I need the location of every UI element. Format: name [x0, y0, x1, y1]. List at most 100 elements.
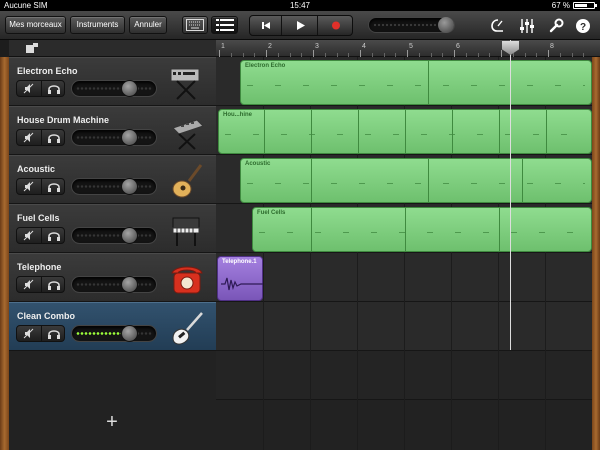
region-loop-divider: [499, 110, 500, 153]
music-region[interactable]: Telephone.1: [217, 256, 263, 301]
solo-button[interactable]: [41, 81, 65, 96]
keyboard-view-button[interactable]: [182, 16, 208, 34]
synth-keyboard-icon[interactable]: [167, 63, 207, 103]
track-header[interactable]: Clean Combo: [9, 302, 216, 351]
music-region[interactable]: Electron Echo: [240, 60, 592, 105]
track-header[interactable]: Electron Echo: [9, 57, 216, 106]
play-button[interactable]: [283, 16, 318, 35]
status-bar: Aucune SIM 15:47 67 %: [0, 0, 600, 11]
ruler-bar-number: 2: [268, 43, 272, 50]
volume-dots: [373, 23, 436, 27]
mute-speaker-icon: [23, 279, 34, 290]
track-header[interactable]: House Drum Machine: [9, 106, 216, 155]
wrench-icon[interactable]: [548, 18, 564, 34]
track-volume-slider[interactable]: [71, 129, 157, 146]
telephone-icon[interactable]: [167, 259, 207, 299]
track-volume-slider[interactable]: [71, 178, 157, 195]
solo-button[interactable]: [41, 228, 65, 243]
track-name: Fuel Cells: [17, 213, 60, 223]
mute-solo-controls: [16, 80, 65, 97]
mute-button[interactable]: [17, 326, 41, 341]
music-region[interactable]: Fuel Cells: [252, 207, 592, 252]
region-label: Hou...hine: [223, 112, 252, 118]
track-volume-knob[interactable]: [121, 178, 138, 195]
instruments-button[interactable]: Instruments: [70, 16, 125, 34]
ruler-bar-number: 4: [362, 43, 366, 50]
region-loop-divider: [499, 208, 500, 251]
region-loop-divider: [405, 110, 406, 153]
track-volume-slider[interactable]: [71, 325, 157, 342]
track-header[interactable]: Telephone: [9, 253, 216, 302]
ruler-bar-number: 8: [550, 43, 554, 50]
mute-solo-controls: [16, 276, 65, 293]
ruler-header: [9, 40, 216, 57]
metronome-icon[interactable]: [490, 18, 506, 34]
help-icon[interactable]: ?: [575, 18, 591, 34]
region-label: Fuel Cells: [257, 210, 286, 216]
ruler-bar-number: 5: [409, 43, 413, 50]
headphones-icon: [48, 183, 60, 192]
track-header[interactable]: Fuel Cells: [9, 204, 216, 253]
track-volume-knob[interactable]: [121, 276, 138, 293]
play-icon: [297, 21, 305, 30]
region-label: Acoustic: [245, 161, 271, 167]
waveform: [221, 277, 263, 291]
solo-button[interactable]: [41, 130, 65, 145]
keyboard-icon[interactable]: [167, 210, 207, 250]
mute-button[interactable]: [17, 228, 41, 243]
battery-percent: 67 %: [551, 1, 570, 10]
record-button[interactable]: [319, 16, 353, 35]
track-name: Telephone: [17, 262, 62, 272]
wood-side-panel-right: [592, 57, 600, 450]
add-region-icon[interactable]: [26, 43, 38, 54]
timeline-ruler[interactable]: 12345678: [216, 40, 600, 57]
solo-button[interactable]: [41, 277, 65, 292]
mixer-icon[interactable]: [519, 18, 535, 34]
ruler-bar-number: 3: [315, 43, 319, 50]
region-notes: [247, 173, 585, 196]
headphones-icon: [48, 232, 60, 241]
svg-text:?: ?: [580, 22, 586, 33]
track-volume-slider[interactable]: [71, 80, 157, 97]
wood-side-panel-left: [0, 57, 9, 450]
acoustic-guitar-icon[interactable]: [167, 161, 207, 201]
my-songs-button[interactable]: Mes morceaux: [5, 16, 66, 34]
region-loop-divider: [311, 110, 312, 153]
ruler-bar-tick: [454, 50, 455, 57]
electric-guitar-icon[interactable]: [167, 308, 207, 348]
region-loop-divider: [311, 159, 312, 202]
master-volume-slider[interactable]: [368, 17, 455, 33]
solo-button[interactable]: [41, 326, 65, 341]
volume-dots: [76, 86, 152, 91]
arrange-area[interactable]: Electron Echo Hou...hine Acoustic Fuel Cell…: [216, 57, 592, 450]
region-loop-divider: [311, 208, 312, 251]
transport-controls: [249, 15, 353, 36]
ruler-bar-tick: [266, 50, 267, 57]
volume-dots: [76, 233, 152, 238]
undo-button[interactable]: Annuler: [129, 16, 167, 34]
mute-button[interactable]: [17, 130, 41, 145]
music-region[interactable]: Hou...hine: [218, 109, 592, 154]
mute-button[interactable]: [17, 277, 41, 292]
track-name: Clean Combo: [17, 311, 76, 321]
track-name: House Drum Machine: [17, 115, 110, 125]
mute-button[interactable]: [17, 81, 41, 96]
track-volume-knob[interactable]: [121, 80, 138, 97]
drum-machine-icon[interactable]: [167, 112, 207, 152]
track-header[interactable]: Acoustic: [9, 155, 216, 204]
master-volume-knob[interactable]: [438, 17, 454, 33]
track-volume-slider[interactable]: [71, 276, 157, 293]
solo-button[interactable]: [41, 179, 65, 194]
track-volume-slider[interactable]: [71, 227, 157, 244]
tracks-view-button[interactable]: [211, 16, 238, 34]
track-headers: Electron Echo House Drum Machine Acoustic F…: [9, 57, 216, 450]
ruler-bar-tick: [360, 50, 361, 57]
volume-dots: [76, 135, 152, 140]
rewind-button[interactable]: [250, 16, 282, 35]
music-region[interactable]: Acoustic: [240, 158, 592, 203]
track-volume-knob[interactable]: [121, 227, 138, 244]
mute-button[interactable]: [17, 179, 41, 194]
add-track-button[interactable]: +: [100, 410, 124, 434]
track-volume-knob[interactable]: [121, 129, 138, 146]
track-volume-knob[interactable]: [121, 325, 138, 342]
